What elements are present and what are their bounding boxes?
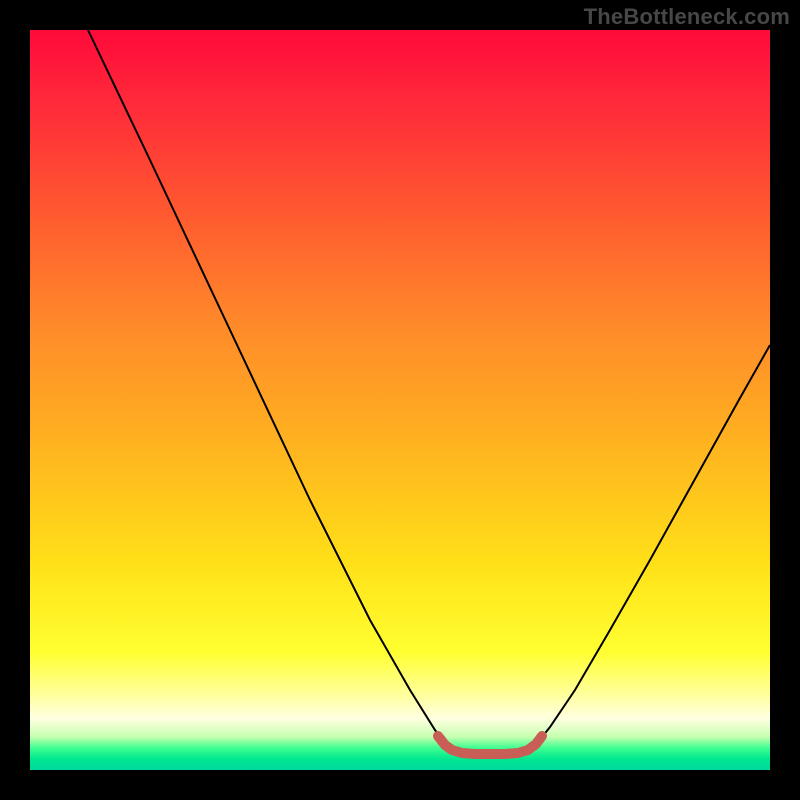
curve-layer [30, 30, 770, 770]
bottleneck-curve [88, 30, 770, 751]
watermark-text: TheBottleneck.com [584, 4, 790, 30]
chart-frame: TheBottleneck.com [0, 0, 800, 800]
bottleneck-zone-marker [438, 736, 542, 754]
plot-area [30, 30, 770, 770]
